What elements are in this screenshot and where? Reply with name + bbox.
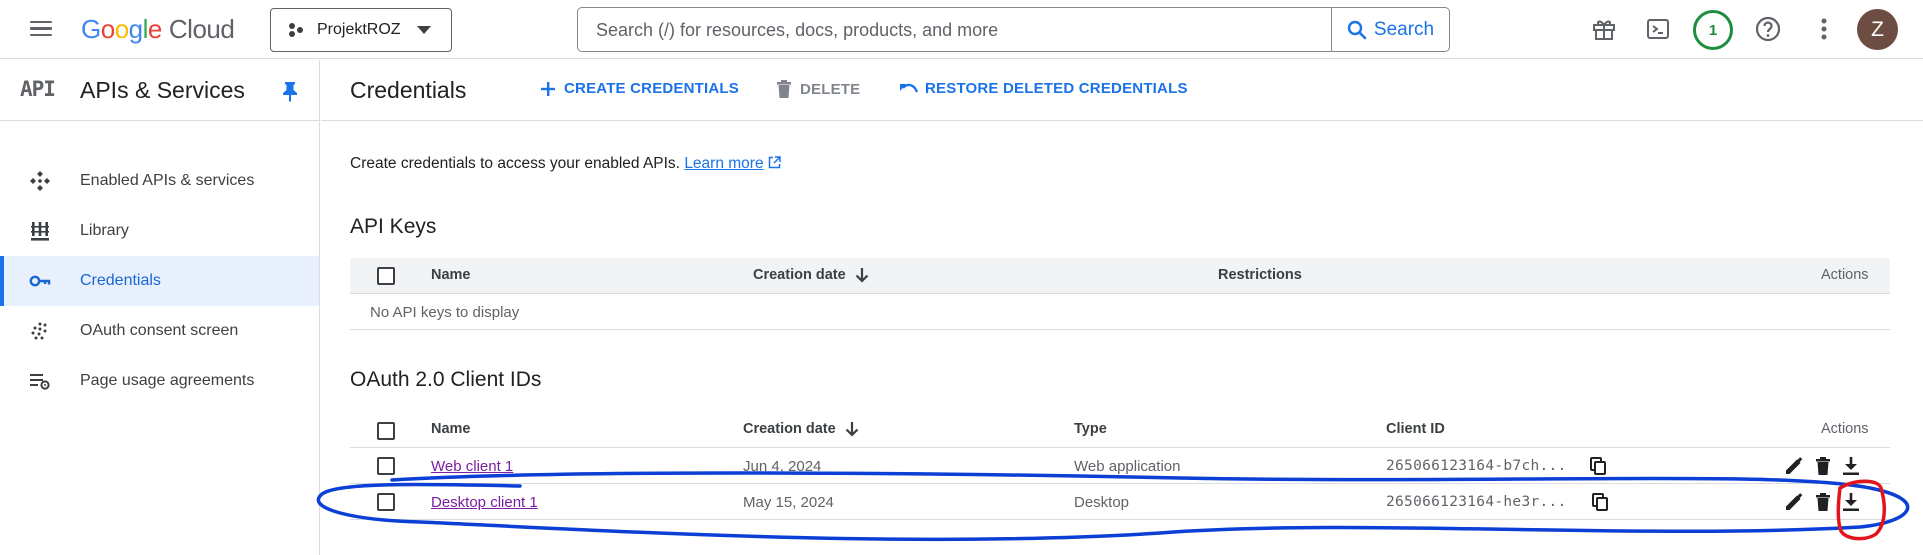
api-logo: API	[20, 77, 56, 101]
column-restrictions: Restrictions	[1218, 267, 1302, 283]
sidebar-item-oauth-consent[interactable]: OAuth consent screen	[0, 306, 319, 356]
learn-more-link[interactable]: Learn more	[684, 155, 763, 172]
trash-icon[interactable]	[1813, 492, 1833, 512]
oauth-dots-icon	[28, 319, 52, 343]
sidebar-item-page-usage[interactable]: Page usage agreements	[0, 356, 319, 406]
column-creation-date[interactable]: Creation date	[743, 421, 859, 437]
settings-list-icon	[28, 369, 52, 393]
key-icon	[28, 269, 52, 293]
page-title: Credentials	[350, 77, 467, 103]
add-icon	[541, 81, 555, 96]
sidebar: API APIs & Services Enabled APIs & servi…	[0, 60, 320, 555]
empty-message: No API keys to display	[370, 304, 520, 321]
oauth-clients-title: OAuth 2.0 Client IDs	[350, 368, 542, 391]
sidebar-item-library[interactable]: Library	[0, 206, 319, 256]
edit-icon[interactable]	[1784, 456, 1804, 476]
api-keys-title: API Keys	[350, 215, 437, 238]
download-icon[interactable]	[1841, 492, 1861, 512]
undo-icon	[900, 83, 919, 93]
trash-icon[interactable]	[1813, 456, 1833, 476]
search-button[interactable]: Search	[1331, 8, 1449, 51]
empty-row: No API keys to display	[350, 294, 1890, 330]
oauth-clients-table: Name Creation date Type Client ID Action…	[350, 412, 1890, 520]
column-creation-date[interactable]: Creation date	[753, 267, 869, 283]
notifications-button[interactable]: 1	[1692, 9, 1734, 51]
select-all-checkbox[interactable]	[377, 267, 395, 285]
sidebar-item-enabled-apis[interactable]: Enabled APIs & services	[0, 156, 319, 206]
client-id: 265066123164-he3r...	[1386, 494, 1567, 510]
client-id: 265066123164-b7ch...	[1386, 458, 1567, 474]
creation-date: May 15, 2024	[743, 494, 834, 511]
table-row: Desktop client 1 May 15, 2024 Desktop 26…	[350, 484, 1890, 520]
search-input[interactable]	[596, 18, 1296, 42]
client-name-link[interactable]: Web client 1	[431, 458, 513, 475]
project-picker[interactable]: ProjektROZ	[270, 8, 452, 52]
column-actions: Actions	[1821, 267, 1869, 283]
row-checkbox[interactable]	[377, 493, 395, 511]
api-keys-table: Name Creation date Restrictions Actions …	[350, 258, 1890, 330]
download-icon[interactable]	[1841, 456, 1861, 476]
edit-icon[interactable]	[1784, 492, 1804, 512]
hub-icon	[28, 169, 52, 193]
column-type: Type	[1074, 421, 1107, 437]
client-name-link[interactable]: Desktop client 1	[431, 494, 538, 511]
trash-icon	[777, 80, 791, 98]
pin-icon[interactable]	[280, 80, 300, 102]
restore-deleted-credentials-button[interactable]: RESTORE DELETED CREDENTIALS	[899, 80, 1188, 97]
google-cloud-logo[interactable]: Google Cloud	[81, 14, 235, 45]
library-icon	[28, 219, 52, 243]
sidebar-title: APIs & Services	[80, 77, 245, 103]
creation-date: Jun 4, 2024	[743, 458, 822, 475]
column-actions: Actions	[1821, 421, 1869, 437]
copy-icon[interactable]	[1590, 492, 1610, 512]
create-credentials-button[interactable]: CREATE CREDENTIALS	[540, 80, 739, 97]
page-header: Credentials CREATE CREDENTIALS DELETE RE…	[321, 60, 1923, 121]
sidebar-header: API APIs & Services	[0, 60, 320, 121]
help-icon[interactable]	[1751, 12, 1785, 46]
table-header: Name Creation date Restrictions Actions	[350, 258, 1890, 294]
table-header: Name Creation date Type Client ID Action…	[350, 412, 1890, 448]
cloud-shell-icon[interactable]	[1641, 12, 1675, 46]
column-client-id: Client ID	[1386, 421, 1445, 437]
external-link-icon	[768, 156, 781, 169]
top-bar: Google Cloud ProjektROZ Search (/) for r…	[0, 0, 1923, 59]
sidebar-item-credentials[interactable]: Credentials	[0, 256, 319, 306]
row-checkbox[interactable]	[377, 457, 395, 475]
intro-text: Create credentials to access your enable…	[350, 155, 781, 173]
column-name[interactable]: Name	[431, 421, 471, 437]
arrow-down-icon	[855, 268, 868, 283]
main-menu-icon[interactable]	[28, 17, 54, 43]
search-bar: Search	[577, 7, 1450, 52]
client-type: Desktop	[1074, 494, 1130, 511]
column-name[interactable]: Name	[431, 267, 471, 283]
search-icon	[1347, 20, 1367, 39]
project-name: ProjektROZ	[317, 21, 401, 38]
copy-icon[interactable]	[1588, 456, 1608, 476]
arrow-down-icon	[845, 422, 858, 437]
gift-icon[interactable]	[1587, 12, 1621, 46]
project-icon	[289, 23, 303, 37]
more-vert-icon[interactable]	[1807, 12, 1841, 46]
select-all-checkbox[interactable]	[377, 422, 395, 440]
delete-button[interactable]: DELETE	[777, 80, 860, 98]
avatar[interactable]: Z	[1857, 9, 1898, 50]
chevron-down-icon	[416, 26, 431, 34]
client-type: Web application	[1074, 458, 1181, 475]
table-row: Web client 1 Jun 4, 2024 Web application…	[350, 448, 1890, 484]
